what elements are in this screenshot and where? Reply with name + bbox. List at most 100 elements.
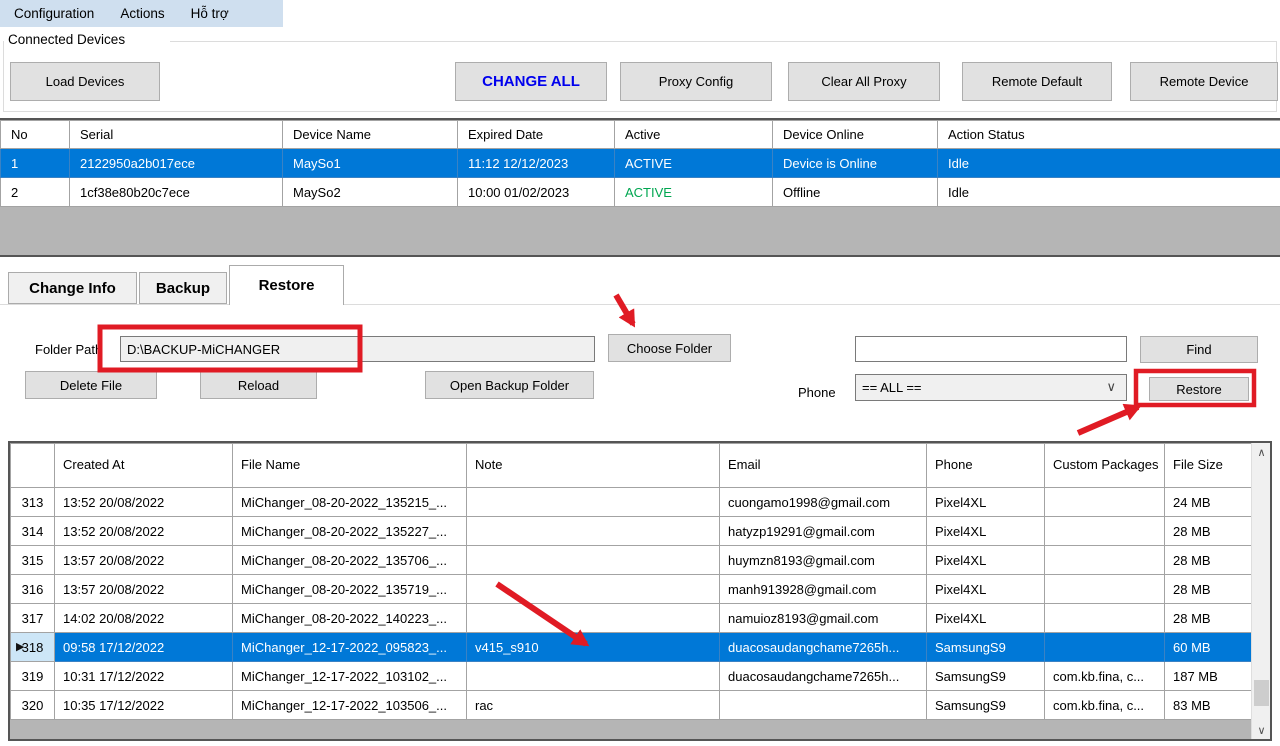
device-cell-expired[interactable]: 10:00 01/02/2023 bbox=[458, 178, 615, 207]
backup-column-header[interactable]: Custom Packages bbox=[1045, 444, 1165, 488]
backup-cell-created[interactable]: 09:58 17/12/2022 bbox=[55, 633, 233, 662]
device-cell-online[interactable]: Device is Online bbox=[773, 149, 938, 178]
backup-cell-file[interactable]: MiChanger_08-20-2022_140223_... bbox=[233, 604, 467, 633]
table-row[interactable]: ▶31809:58 17/12/2022MiChanger_12-17-2022… bbox=[11, 633, 1252, 662]
backup-cell-row-number[interactable]: 320 bbox=[11, 691, 55, 720]
backup-cell-phone[interactable]: Pixel4XL bbox=[927, 575, 1045, 604]
backup-cell-size[interactable]: 187 MB bbox=[1165, 662, 1252, 691]
open-backup-folder-button[interactable]: Open Backup Folder bbox=[425, 371, 594, 399]
device-cell-status[interactable]: Idle bbox=[938, 149, 1280, 178]
backup-cell-file[interactable]: MiChanger_08-20-2022_135719_... bbox=[233, 575, 467, 604]
menu-actions[interactable]: Actions bbox=[120, 6, 164, 21]
menu-configuration[interactable]: Configuration bbox=[14, 6, 94, 21]
backup-column-header[interactable]: Phone bbox=[927, 444, 1045, 488]
table-row[interactable]: 31513:57 20/08/2022MiChanger_08-20-2022_… bbox=[11, 546, 1252, 575]
backup-cell-size[interactable]: 28 MB bbox=[1165, 546, 1252, 575]
backup-cell-created[interactable]: 13:57 20/08/2022 bbox=[55, 546, 233, 575]
device-column-header[interactable]: No bbox=[1, 121, 70, 149]
backup-cell-packages[interactable]: com.kb.fina, c... bbox=[1045, 662, 1165, 691]
device-column-header[interactable]: Action Status bbox=[938, 121, 1280, 149]
backup-column-header[interactable]: File Name bbox=[233, 444, 467, 488]
tab-restore[interactable]: Restore bbox=[229, 265, 344, 305]
device-cell-status[interactable]: Idle bbox=[938, 178, 1280, 207]
backup-cell-file[interactable]: MiChanger_08-20-2022_135227_... bbox=[233, 517, 467, 546]
backup-cell-created[interactable]: 10:35 17/12/2022 bbox=[55, 691, 233, 720]
backup-cell-packages[interactable] bbox=[1045, 633, 1165, 662]
table-row[interactable]: 31413:52 20/08/2022MiChanger_08-20-2022_… bbox=[11, 517, 1252, 546]
backup-cell-phone[interactable]: SamsungS9 bbox=[927, 662, 1045, 691]
backup-column-header[interactable]: Note bbox=[467, 444, 720, 488]
backup-cell-size[interactable]: 28 MB bbox=[1165, 604, 1252, 633]
device-column-header[interactable]: Expired Date bbox=[458, 121, 615, 149]
device-cell-no[interactable]: 1 bbox=[1, 149, 70, 178]
backup-cell-size[interactable]: 28 MB bbox=[1165, 575, 1252, 604]
delete-file-button[interactable]: Delete File bbox=[25, 371, 157, 399]
backup-cell-size[interactable]: 24 MB bbox=[1165, 488, 1252, 517]
backup-cell-created[interactable]: 10:31 17/12/2022 bbox=[55, 662, 233, 691]
backup-cell-file[interactable]: MiChanger_12-17-2022_103506_... bbox=[233, 691, 467, 720]
backup-cell-note[interactable] bbox=[467, 546, 720, 575]
backup-column-header[interactable]: Email bbox=[720, 444, 927, 488]
device-cell-online[interactable]: Offline bbox=[773, 178, 938, 207]
table-row[interactable]: 31714:02 20/08/2022MiChanger_08-20-2022_… bbox=[11, 604, 1252, 633]
remote-default-button[interactable]: Remote Default bbox=[962, 62, 1112, 101]
backup-cell-row-number[interactable]: 317 bbox=[11, 604, 55, 633]
backup-cell-row-number[interactable]: 316 bbox=[11, 575, 55, 604]
find-button[interactable]: Find bbox=[1140, 336, 1258, 363]
device-cell-active[interactable]: ACTIVE bbox=[615, 149, 773, 178]
device-cell-expired[interactable]: 11:12 12/12/2023 bbox=[458, 149, 615, 178]
backup-cell-packages[interactable] bbox=[1045, 604, 1165, 633]
backup-column-header[interactable] bbox=[11, 444, 55, 488]
tab-change-info[interactable]: Change Info bbox=[8, 272, 137, 304]
clear-all-proxy-button[interactable]: Clear All Proxy bbox=[788, 62, 940, 101]
device-row[interactable]: 12122950a2b017eceMaySo111:12 12/12/2023A… bbox=[1, 149, 1280, 178]
backup-cell-email[interactable]: manh913928@gmail.com bbox=[720, 575, 927, 604]
scrollbar-thumb[interactable] bbox=[1254, 680, 1269, 706]
device-cell-serial[interactable]: 2122950a2b017ece bbox=[70, 149, 283, 178]
backup-cell-note[interactable]: rac bbox=[467, 691, 720, 720]
backup-cell-phone[interactable]: Pixel4XL bbox=[927, 517, 1045, 546]
scroll-up-icon[interactable]: ∧ bbox=[1252, 443, 1271, 461]
backup-cell-note[interactable]: v415_s910 bbox=[467, 633, 720, 662]
backup-column-header[interactable]: Created At bbox=[55, 444, 233, 488]
vertical-scrollbar[interactable]: ∧ ∨ bbox=[1251, 443, 1270, 739]
tab-backup[interactable]: Backup bbox=[139, 272, 227, 304]
remote-device-button[interactable]: Remote Device bbox=[1130, 62, 1278, 101]
backup-cell-packages[interactable] bbox=[1045, 517, 1165, 546]
backup-cell-row-number[interactable]: 315 bbox=[11, 546, 55, 575]
backup-cell-size[interactable]: 83 MB bbox=[1165, 691, 1252, 720]
device-column-header[interactable]: Device Online bbox=[773, 121, 938, 149]
backup-cell-file[interactable]: MiChanger_12-17-2022_095823_... bbox=[233, 633, 467, 662]
table-row[interactable]: 31313:52 20/08/2022MiChanger_08-20-2022_… bbox=[11, 488, 1252, 517]
backup-cell-email[interactable]: duacosaudangchame7265h... bbox=[720, 633, 927, 662]
backup-cell-email[interactable]: duacosaudangchame7265h... bbox=[720, 662, 927, 691]
backup-column-header[interactable]: File Size bbox=[1165, 444, 1252, 488]
backup-cell-packages[interactable] bbox=[1045, 488, 1165, 517]
device-cell-name[interactable]: MaySo1 bbox=[283, 149, 458, 178]
change-all-button[interactable]: CHANGE ALL bbox=[455, 62, 607, 101]
restore-button[interactable]: Restore bbox=[1149, 377, 1249, 401]
backup-cell-size[interactable]: 60 MB bbox=[1165, 633, 1252, 662]
backup-cell-created[interactable]: 14:02 20/08/2022 bbox=[55, 604, 233, 633]
backup-cell-created[interactable]: 13:52 20/08/2022 bbox=[55, 488, 233, 517]
table-row[interactable]: 31613:57 20/08/2022MiChanger_08-20-2022_… bbox=[11, 575, 1252, 604]
backup-cell-packages[interactable]: com.kb.fina, c... bbox=[1045, 691, 1165, 720]
backup-cell-packages[interactable] bbox=[1045, 546, 1165, 575]
backup-cell-row-number[interactable]: 313 bbox=[11, 488, 55, 517]
backup-cell-row-number[interactable]: 314 bbox=[11, 517, 55, 546]
scroll-down-icon[interactable]: ∨ bbox=[1252, 721, 1271, 739]
table-row[interactable]: 31910:31 17/12/2022MiChanger_12-17-2022_… bbox=[11, 662, 1252, 691]
backup-cell-phone[interactable]: Pixel4XL bbox=[927, 546, 1045, 575]
backup-cell-size[interactable]: 28 MB bbox=[1165, 517, 1252, 546]
backup-cell-file[interactable]: MiChanger_08-20-2022_135706_... bbox=[233, 546, 467, 575]
backup-cell-created[interactable]: 13:52 20/08/2022 bbox=[55, 517, 233, 546]
backup-cell-phone[interactable]: Pixel4XL bbox=[927, 604, 1045, 633]
backup-cell-email[interactable] bbox=[720, 691, 927, 720]
choose-folder-button[interactable]: Choose Folder bbox=[608, 334, 731, 362]
backup-cell-email[interactable]: cuongamo1998@gmail.com bbox=[720, 488, 927, 517]
backup-cell-file[interactable]: MiChanger_08-20-2022_135215_... bbox=[233, 488, 467, 517]
backup-cell-phone[interactable]: SamsungS9 bbox=[927, 691, 1045, 720]
device-column-header[interactable]: Serial bbox=[70, 121, 283, 149]
load-devices-button[interactable]: Load Devices bbox=[10, 62, 160, 101]
backup-cell-row-number[interactable]: 319 bbox=[11, 662, 55, 691]
